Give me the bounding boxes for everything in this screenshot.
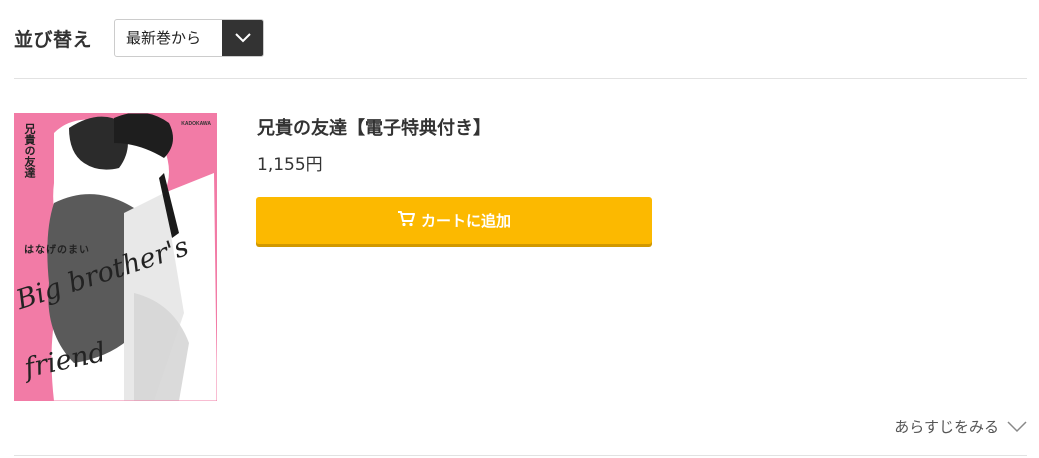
chevron-down-icon[interactable] — [222, 20, 263, 56]
sort-label: 並び替え — [14, 28, 93, 51]
cart-icon — [397, 210, 415, 231]
book-cover[interactable]: KADOKAWA 兄貴の友達 はなげのまい Big brother's frie… — [14, 113, 217, 401]
product-title[interactable]: 兄貴の友達【電子特典付き】 — [257, 114, 491, 140]
cover-author: はなげのまい — [24, 245, 90, 256]
chevron-down-icon — [1007, 420, 1027, 433]
bottom-divider — [14, 455, 1027, 456]
sort-bar: 並び替え — [14, 19, 92, 57]
cover-publisher: KADOKAWA — [181, 121, 211, 127]
add-to-cart-button[interactable]: カートに追加 — [256, 197, 652, 244]
sort-select[interactable]: 最新巻から — [114, 19, 264, 57]
sort-selected-value: 最新巻から — [126, 29, 202, 47]
synopsis-label: あらすじをみる — [894, 418, 999, 436]
cover-vertical-title: 兄貴の友達 — [23, 123, 36, 178]
top-divider — [14, 78, 1027, 79]
product-price: 1,155円 — [257, 155, 323, 175]
synopsis-toggle[interactable]: あらすじをみる — [894, 416, 1027, 437]
add-to-cart-label: カートに追加 — [420, 212, 511, 230]
